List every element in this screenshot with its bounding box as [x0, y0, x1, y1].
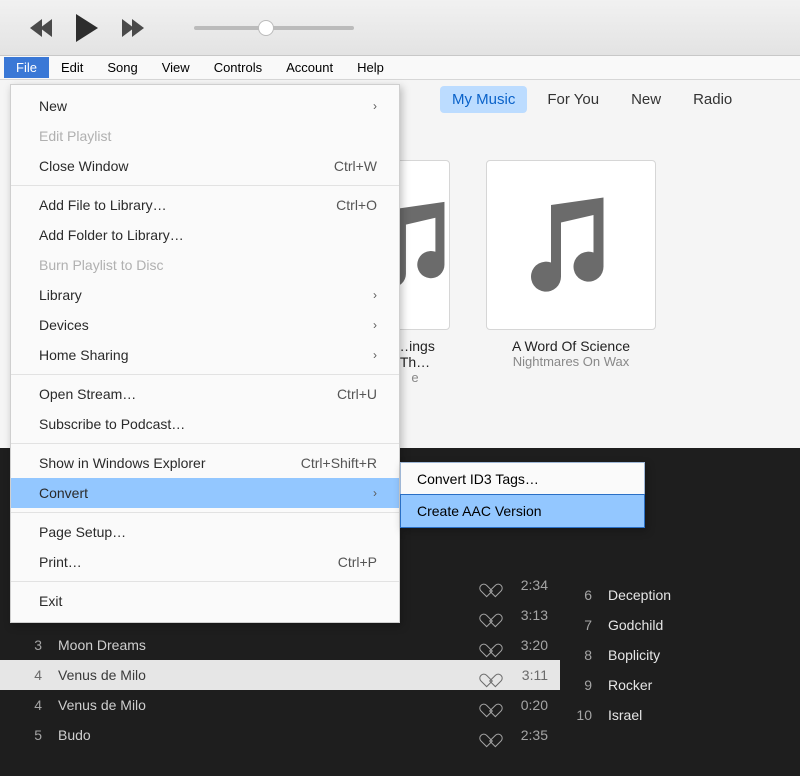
- heart-icon[interactable]: [482, 607, 500, 623]
- convert-submenu: Convert ID3 Tags…Create AAC Version: [400, 462, 645, 528]
- file-menu-exit[interactable]: Exit: [11, 586, 399, 616]
- track-duration: 2:34: [516, 577, 560, 593]
- file-menu-devices[interactable]: Devices›: [11, 310, 399, 340]
- menu-item-song[interactable]: Song: [95, 57, 149, 78]
- nav-tabs: My Music For You New Radio: [440, 86, 744, 113]
- chevron-right-icon: ›: [373, 348, 377, 362]
- play-button[interactable]: [76, 14, 98, 42]
- file-menu-new[interactable]: New›: [11, 91, 399, 121]
- album-art-icon: [486, 160, 656, 330]
- track-title: Godchild: [608, 617, 663, 633]
- track-index: 5: [26, 727, 42, 743]
- file-menu-home-sharing[interactable]: Home Sharing›: [11, 340, 399, 370]
- player-bar: [0, 0, 800, 56]
- file-menu-add-folder-to-library[interactable]: Add Folder to Library…: [11, 220, 399, 250]
- file-menu-show-in-windows-explorer[interactable]: Show in Windows ExplorerCtrl+Shift+R: [11, 448, 399, 478]
- progress-slider[interactable]: [194, 26, 354, 30]
- track-row[interactable]: 8 Boplicity: [570, 640, 800, 670]
- nav-tab-for-you[interactable]: For You: [535, 86, 611, 113]
- track-row[interactable]: 4 Venus de Milo 3:11: [0, 660, 560, 690]
- nav-tab-new[interactable]: New: [619, 86, 673, 113]
- track-row[interactable]: 3 Moon Dreams 3:20: [0, 630, 560, 660]
- track-row[interactable]: 5 Budo 2:35: [0, 720, 560, 750]
- forward-button[interactable]: [124, 19, 144, 37]
- file-menu-edit-playlist: Edit Playlist: [11, 121, 399, 151]
- file-menu-subscribe-to-podcast[interactable]: Subscribe to Podcast…: [11, 409, 399, 439]
- file-menu-page-setup[interactable]: Page Setup…: [11, 517, 399, 547]
- track-row[interactable]: 9 Rocker: [570, 670, 800, 700]
- track-index: 7: [570, 617, 592, 633]
- track-index: 8: [570, 647, 592, 663]
- track-title: Rocker: [608, 677, 652, 693]
- track-title: Venus de Milo: [58, 697, 466, 713]
- track-title: Budo: [58, 727, 466, 743]
- track-duration: 2:35: [516, 727, 560, 743]
- track-duration: 3:13: [516, 607, 560, 623]
- file-menu-open-stream[interactable]: Open Stream…Ctrl+U: [11, 379, 399, 409]
- track-title: Israel: [608, 707, 642, 723]
- menu-item-file[interactable]: File: [4, 57, 49, 78]
- submenu-convert-id-tags[interactable]: Convert ID3 Tags…: [401, 463, 644, 495]
- track-row[interactable]: 7 Godchild: [570, 610, 800, 640]
- track-row[interactable]: 10 Israel: [570, 700, 800, 730]
- file-menu-close-window[interactable]: Close WindowCtrl+W: [11, 151, 399, 181]
- track-index: 3: [26, 637, 42, 653]
- menu-item-account[interactable]: Account: [274, 57, 345, 78]
- menu-item-edit[interactable]: Edit: [49, 57, 95, 78]
- file-menu-add-file-to-library[interactable]: Add File to Library…Ctrl+O: [11, 190, 399, 220]
- track-index: 6: [570, 587, 592, 603]
- track-index: 10: [570, 707, 592, 723]
- track-index: 4: [26, 667, 42, 683]
- heart-icon[interactable]: [482, 667, 500, 683]
- track-index: 4: [26, 697, 42, 713]
- album-artist: Nightmares On Wax: [486, 354, 656, 369]
- track-title: Boplicity: [608, 647, 660, 663]
- track-title: Moon Dreams: [58, 637, 466, 653]
- menu-item-view[interactable]: View: [150, 57, 202, 78]
- track-title: Deception: [608, 587, 671, 603]
- track-duration: 3:11: [516, 667, 560, 683]
- track-row[interactable]: 4 Venus de Milo 0:20: [0, 690, 560, 720]
- album-title: A Word Of Science: [486, 338, 656, 354]
- file-menu-convert[interactable]: Convert›: [11, 478, 399, 508]
- menu-bar: FileEditSongViewControlsAccountHelp: [0, 56, 800, 80]
- heart-icon[interactable]: [482, 697, 500, 713]
- file-dropdown-menu: New›Edit PlaylistClose WindowCtrl+W Add F…: [10, 84, 400, 623]
- submenu-create-aac-version[interactable]: Create AAC Version: [400, 494, 645, 528]
- chevron-right-icon: ›: [373, 318, 377, 332]
- heart-icon[interactable]: [482, 727, 500, 743]
- chevron-right-icon: ›: [373, 99, 377, 113]
- nav-tab-radio[interactable]: Radio: [681, 86, 744, 113]
- heart-icon[interactable]: [482, 637, 500, 653]
- chevron-right-icon: ›: [373, 288, 377, 302]
- album-row: …ings Th… e A Word Of Science Nightmares…: [380, 160, 656, 385]
- menu-item-help[interactable]: Help: [345, 57, 396, 78]
- heart-icon[interactable]: [482, 577, 500, 593]
- rewind-button[interactable]: [30, 19, 50, 37]
- track-index: 9: [570, 677, 592, 693]
- chevron-right-icon: ›: [373, 486, 377, 500]
- player-controls: [30, 14, 144, 42]
- menu-item-controls[interactable]: Controls: [202, 57, 274, 78]
- file-menu-library[interactable]: Library›: [11, 280, 399, 310]
- album-card[interactable]: A Word Of Science Nightmares On Wax: [486, 160, 656, 385]
- track-row[interactable]: 6 Deception: [570, 580, 800, 610]
- nav-tab-my-music[interactable]: My Music: [440, 86, 527, 113]
- file-menu-burn-playlist-to-disc: Burn Playlist to Disc: [11, 250, 399, 280]
- track-title: Venus de Milo: [58, 667, 466, 683]
- file-menu-print[interactable]: Print…Ctrl+P: [11, 547, 399, 577]
- track-duration: 3:20: [516, 637, 560, 653]
- track-duration: 0:20: [516, 697, 560, 713]
